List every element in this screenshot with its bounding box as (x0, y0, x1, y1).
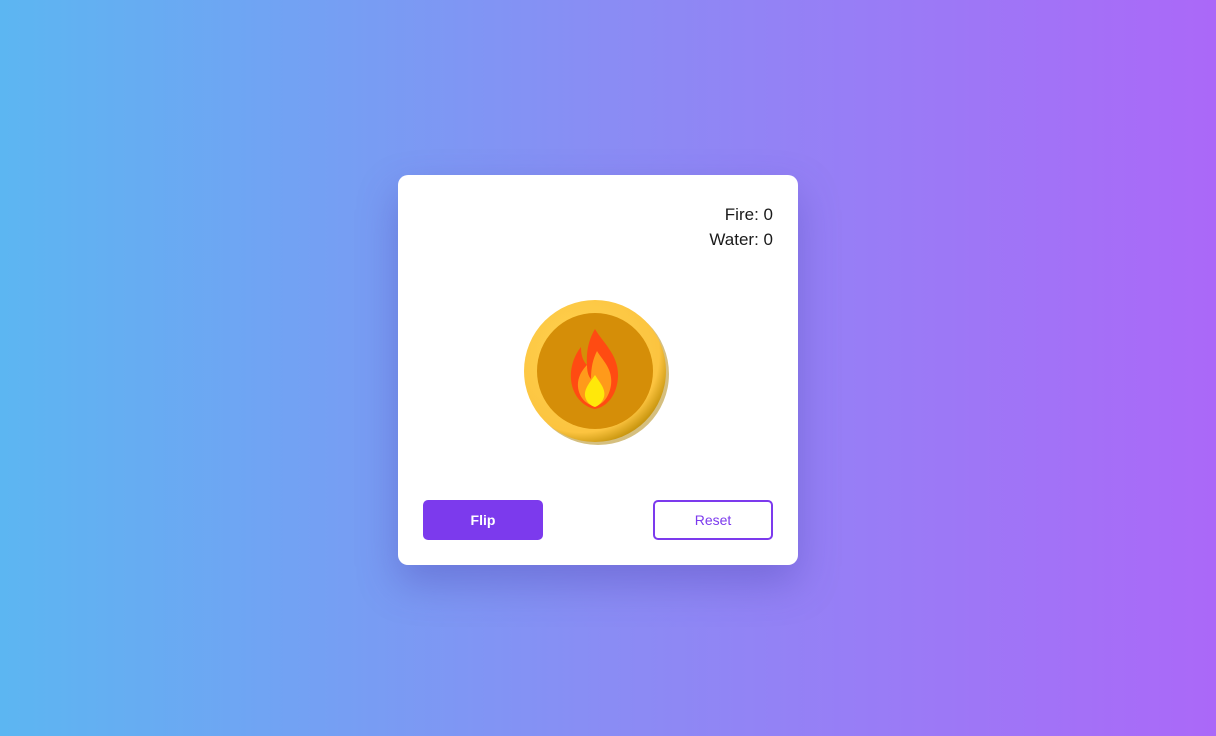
water-score-count: 0 (763, 230, 773, 249)
scoreboard: Fire: 0 Water: 0 (709, 202, 773, 252)
flip-button[interactable]: Flip (423, 500, 543, 540)
fire-score-count: 0 (763, 205, 773, 224)
fire-score-label: Fire: (724, 205, 759, 224)
coin-flip-card: Fire: 0 Water: 0 Flip Reset (398, 175, 798, 565)
water-score: Water: 0 (709, 227, 773, 252)
water-score-label: Water: (709, 230, 759, 249)
reset-button[interactable]: Reset (653, 500, 773, 540)
coin[interactable] (523, 299, 669, 445)
fire-icon (524, 300, 669, 445)
fire-score: Fire: 0 (709, 202, 773, 227)
